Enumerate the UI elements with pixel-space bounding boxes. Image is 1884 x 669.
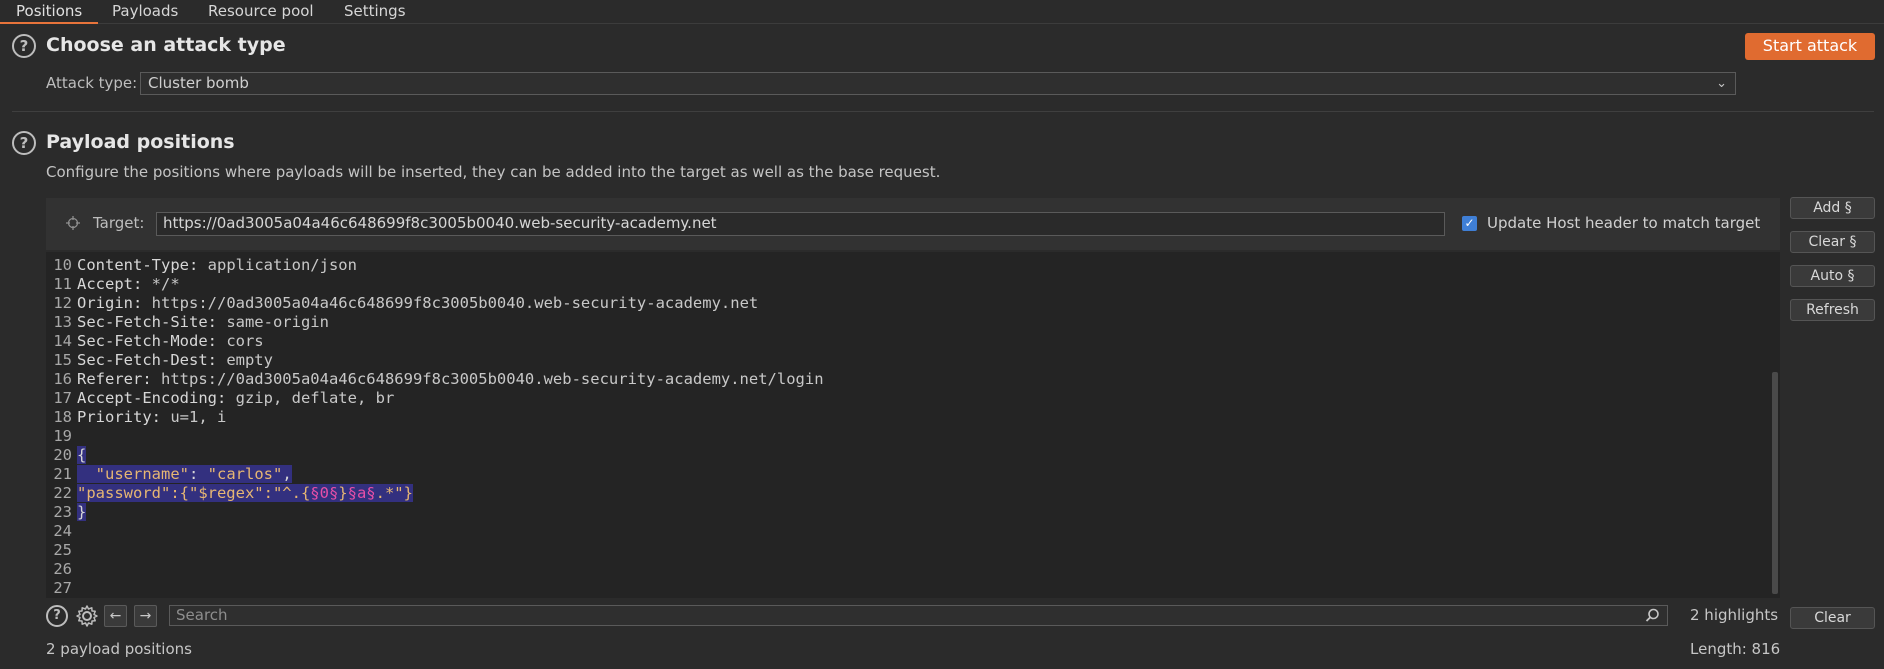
request-length: Length: 816 <box>1690 640 1781 658</box>
code-line: 20{ <box>53 446 87 464</box>
help-icon[interactable]: ? <box>12 131 36 155</box>
auto-marker-button[interactable]: Auto § <box>1790 265 1875 287</box>
code-line: 16 Referer: https://0ad3005a04a46c648699f… <box>53 370 824 388</box>
payload-marker: §a§ <box>347 484 376 502</box>
attack-type-label: Attack type: <box>46 74 138 92</box>
target-input[interactable]: https://0ad3005a04a46c648699f8c3005b0040… <box>156 212 1445 236</box>
code-line: 12 Origin: https://0ad3005a04a46c648699f8… <box>53 294 759 312</box>
code-line: 14 Sec-Fetch-Mode: cors <box>53 332 264 350</box>
update-host-label: Update Host header to match target <box>1487 214 1761 232</box>
search-icon[interactable] <box>1645 608 1660 623</box>
refresh-button[interactable]: Refresh <box>1790 299 1875 321</box>
tab-payloads[interactable]: Payloads <box>96 0 194 24</box>
clear-button[interactable]: Clear <box>1790 607 1875 629</box>
editor-scrollbar[interactable] <box>1770 252 1780 598</box>
help-icon[interactable]: ? <box>46 605 68 627</box>
code-line: 17 Accept-Encoding: gzip, deflate, br <box>53 389 395 407</box>
tab-positions[interactable]: Positions <box>0 0 99 24</box>
code-line: 10 Content-Type: application/json <box>53 256 357 274</box>
code-line: 23} <box>53 503 87 521</box>
code-line: 13 Sec-Fetch-Site: same-origin <box>53 313 329 331</box>
start-attack-button[interactable]: Start attack <box>1745 33 1875 60</box>
section-divider <box>12 111 1874 112</box>
code-line: 11 Accept: */* <box>53 275 180 293</box>
code-line: 27 <box>53 579 72 597</box>
payload-positions-count: 2 payload positions <box>46 640 192 658</box>
chevron-down-icon: ⌄ <box>1716 76 1727 91</box>
tab-settings[interactable]: Settings <box>328 0 422 24</box>
code-line: 21 "username": "carlos", <box>53 465 292 483</box>
request-editor[interactable]: 10 Content-Type: application/json 11 Accep… <box>46 252 1780 598</box>
code-line: 18 Priority: u=1, i <box>53 408 227 426</box>
code-line: 26 <box>53 560 72 578</box>
code-line: 15 Sec-Fetch-Dest: empty <box>53 351 273 369</box>
clear-marker-button[interactable]: Clear § <box>1790 231 1875 253</box>
payload-positions-description: Configure the positions where payloads w… <box>46 163 941 181</box>
update-host-checkbox[interactable]: ✓ <box>1462 216 1477 231</box>
payload-marker: §0§ <box>310 484 339 502</box>
target-label: Target: <box>93 214 145 232</box>
attack-type-select[interactable]: Cluster bomb ⌄ <box>140 72 1736 95</box>
next-arrow-icon[interactable]: → <box>134 605 157 627</box>
previous-arrow-icon[interactable]: ← <box>104 605 127 627</box>
highlights-count: 2 highlights <box>1690 606 1779 624</box>
attack-type-value: Cluster bomb <box>148 74 249 92</box>
gear-icon[interactable] <box>75 604 99 628</box>
code-line: 25 <box>53 541 72 559</box>
search-input[interactable]: Search <box>169 605 1668 626</box>
help-icon[interactable]: ? <box>12 34 36 58</box>
tab-resource-pool[interactable]: Resource pool <box>192 0 330 24</box>
code-line: 22 "password":{"$regex":"^.{§0§}§a§.*"} <box>53 484 413 502</box>
tab-bar: Positions Payloads Resource pool Setting… <box>0 0 1884 24</box>
payload-positions-title: Payload positions <box>46 131 235 153</box>
code-line: 19 <box>53 427 72 445</box>
code-line: 24 <box>53 522 72 540</box>
attack-type-title: Choose an attack type <box>46 34 286 56</box>
scrollbar-thumb[interactable] <box>1772 372 1778 594</box>
crosshair-icon <box>66 216 80 230</box>
add-marker-button[interactable]: Add § <box>1790 197 1875 219</box>
